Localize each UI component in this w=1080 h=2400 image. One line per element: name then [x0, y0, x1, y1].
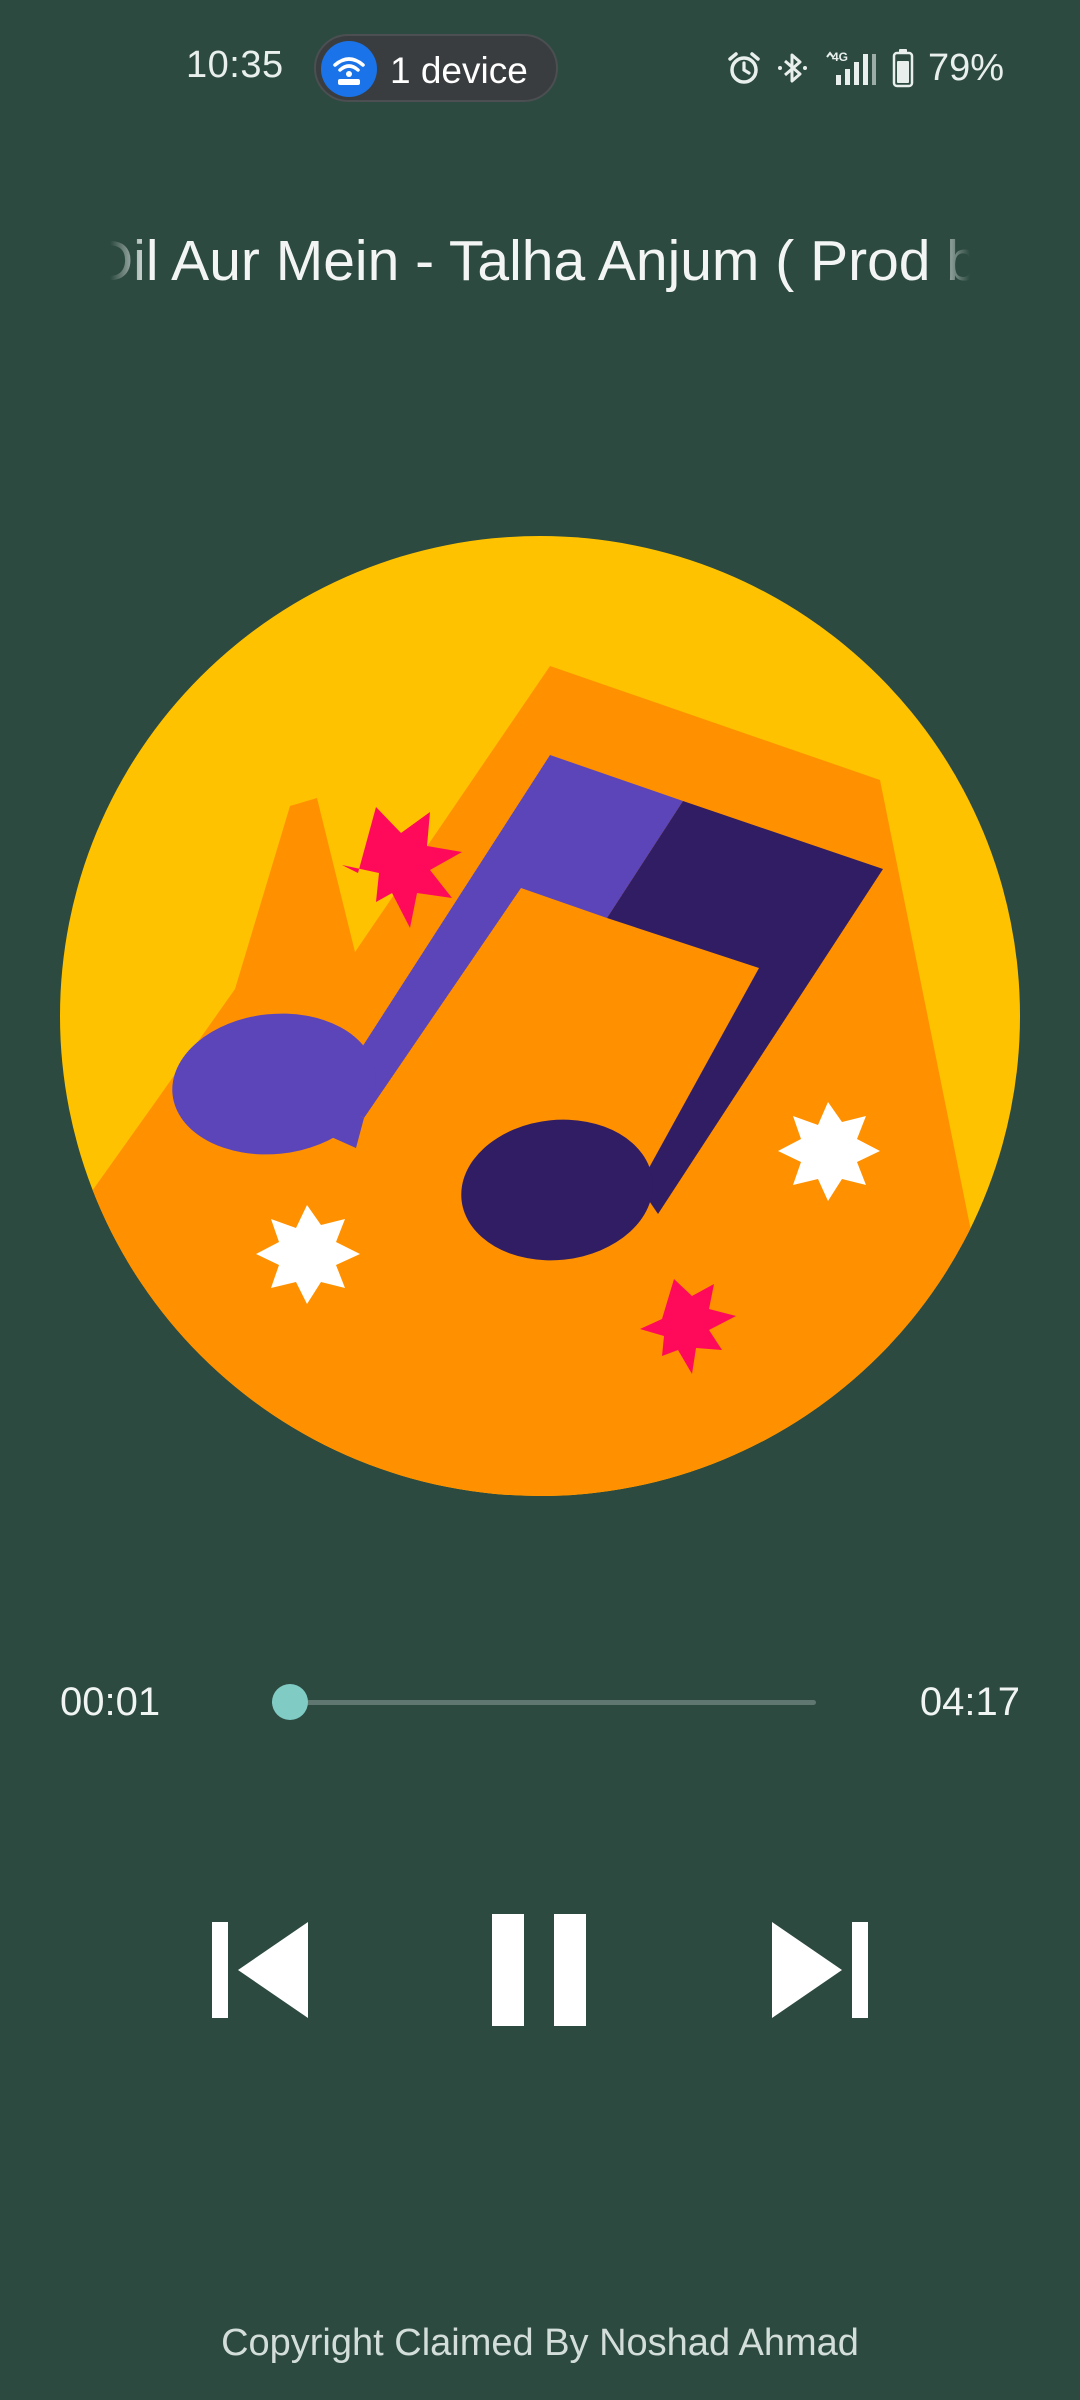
album-artwork: [60, 536, 1020, 1496]
skip-next-icon: [772, 1922, 868, 2018]
battery-percentage: 79%: [927, 46, 1004, 89]
elapsed-time: 00:01: [60, 1680, 161, 1724]
alarm-icon: [728, 52, 760, 84]
connected-devices-pill[interactable]: 1 device: [314, 34, 558, 102]
music-player-screen: 10:35 1 device 4G 79% Dil Aur Mein - Tal…: [0, 0, 1080, 2400]
signal-4g-icon: 4G: [826, 50, 876, 85]
seek-bar[interactable]: [272, 1682, 816, 1722]
device-count-label: 1 device: [390, 50, 528, 91]
pause-button[interactable]: [470, 1900, 610, 2040]
status-bar: 10:35 1 device 4G 79%: [0, 0, 1080, 136]
bluetooth-icon: [777, 53, 807, 83]
total-duration: 04:17: [919, 1680, 1020, 1724]
track-title: Dil Aur Mein - Talha Anjum ( Prod by: [110, 229, 970, 293]
skip-previous-icon: [212, 1922, 308, 2018]
seek-bar-track: [272, 1700, 816, 1705]
hotspot-icon: [321, 41, 377, 97]
seek-bar-thumb[interactable]: [272, 1684, 308, 1720]
previous-track-button[interactable]: [190, 1900, 330, 2040]
track-title-marquee: Dil Aur Mein - Talha Anjum ( Prod by: [110, 218, 970, 308]
svg-text:4G: 4G: [832, 50, 848, 64]
status-time: 10:35: [186, 44, 284, 86]
battery-icon: [892, 49, 914, 88]
status-icons: 4G 79%: [726, 46, 1004, 90]
pause-icon: [492, 1914, 586, 2026]
next-track-button[interactable]: [750, 1900, 890, 2040]
copyright-text: Copyright Claimed By Noshad Ahmad: [221, 2322, 859, 2364]
